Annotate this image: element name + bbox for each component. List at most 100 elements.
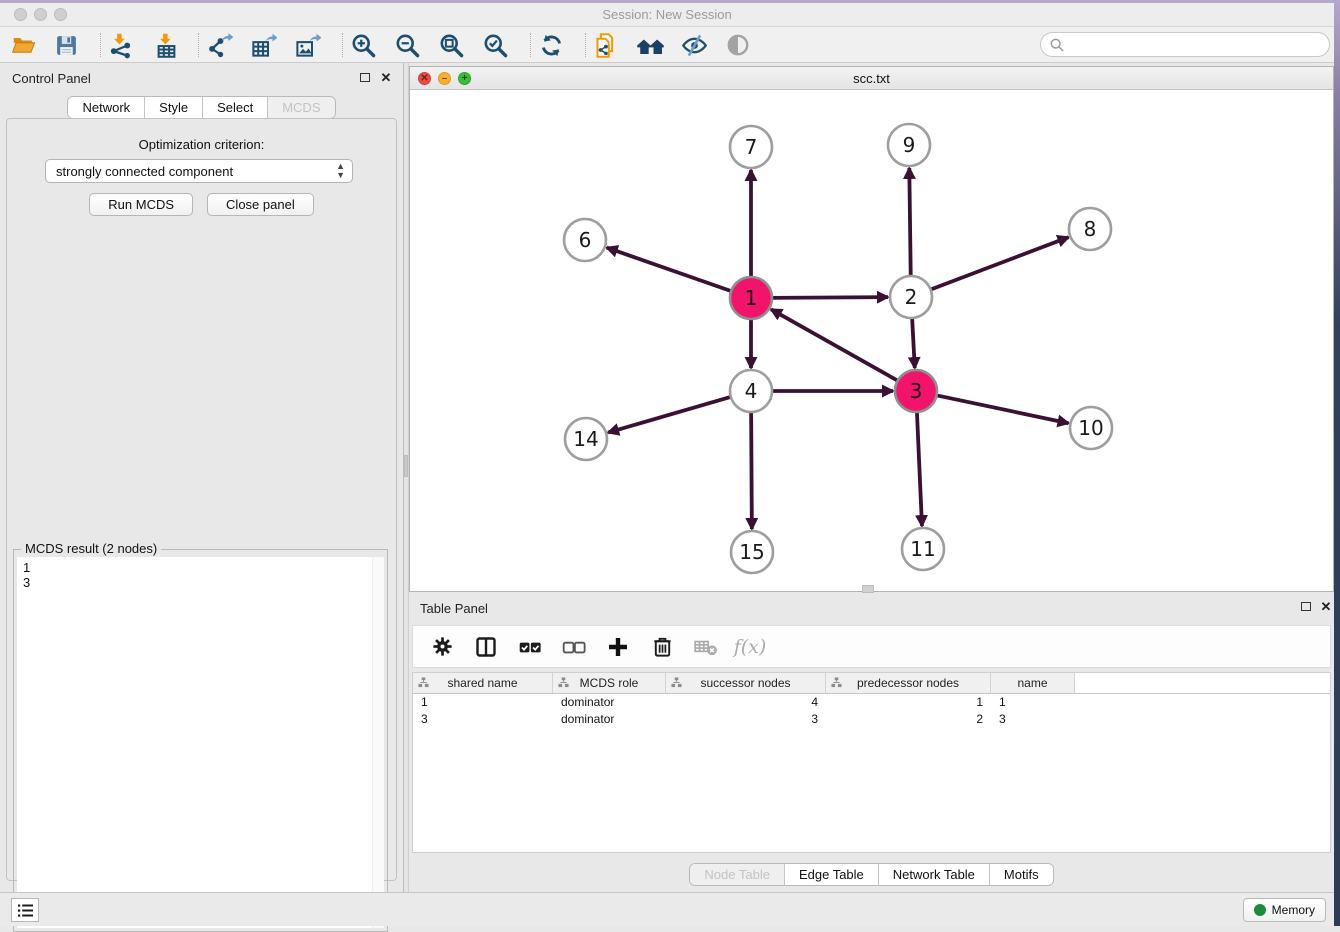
tab-edge-table[interactable]: Edge Table	[785, 864, 879, 885]
refresh-icon[interactable]	[535, 30, 567, 60]
svg-text:1: 1	[745, 286, 758, 310]
cell-mcds-role[interactable]: dominator	[553, 694, 666, 711]
deselect-all-icon[interactable]	[559, 632, 589, 662]
cell-name[interactable]: 1	[991, 694, 1075, 711]
graph-node-14[interactable]: 14	[565, 418, 607, 460]
node-table[interactable]: shared name MCDS role successor nodes pr…	[412, 672, 1331, 853]
control-panel-tabbar: Network Style Select MCDS	[0, 96, 403, 119]
task-history-button[interactable]	[11, 898, 39, 922]
graph-edge-1-2[interactable]	[770, 297, 888, 298]
zoom-selected-icon[interactable]	[479, 30, 511, 60]
open-file-icon[interactable]	[8, 30, 40, 60]
result-scrollbar[interactable]	[372, 557, 384, 928]
settings-gear-icon[interactable]	[427, 632, 457, 662]
graph-node-6[interactable]: 6	[564, 219, 606, 261]
network-resize-grip[interactable]	[862, 585, 874, 593]
tab-motifs[interactable]: Motifs	[990, 864, 1053, 885]
close-table-panel-icon[interactable]: ✕	[1319, 600, 1333, 614]
graph-node-1[interactable]: 1	[730, 277, 772, 319]
graph-edge-2-3[interactable]	[912, 316, 915, 368]
import-table-icon[interactable]	[150, 30, 182, 60]
main-toolbar	[0, 27, 1334, 63]
network-graph: 7 9 6 8 1 2 4 3 14 10 15 11	[410, 90, 1333, 591]
export-image-icon[interactable]	[291, 30, 323, 60]
column-header-name[interactable]: name	[991, 673, 1075, 693]
table-row[interactable]: 3 dominator 3 2 3	[413, 711, 1330, 728]
export-network-icon[interactable]	[204, 30, 236, 60]
add-column-icon[interactable]	[603, 632, 633, 662]
toolbar-separator	[100, 33, 101, 57]
column-header-predecessor-nodes[interactable]: predecessor nodes	[826, 673, 991, 693]
float-table-panel-icon[interactable]	[1299, 600, 1313, 614]
mcds-result-title: MCDS result (2 nodes)	[21, 541, 161, 556]
save-session-icon[interactable]	[50, 30, 82, 60]
mcds-panel: Optimization criterion: strongly connect…	[6, 118, 397, 881]
graph-node-9[interactable]: 9	[888, 124, 930, 166]
graph-node-8[interactable]: 8	[1069, 208, 1111, 250]
cell-predecessor-nodes[interactable]: 2	[826, 711, 991, 728]
application-window: Session: New Session	[0, 0, 1340, 926]
select-all-icon[interactable]	[515, 632, 545, 662]
zoom-in-icon[interactable]	[347, 30, 379, 60]
graph-edge-3-10[interactable]	[935, 395, 1069, 423]
column-header-shared-name[interactable]: shared name	[413, 673, 553, 693]
run-mcds-button[interactable]: Run MCDS	[89, 193, 193, 216]
show-columns-icon[interactable]	[471, 632, 501, 662]
graph-edge-2-8[interactable]	[929, 237, 1069, 290]
cell-shared-name[interactable]: 3	[413, 711, 553, 728]
svg-text:8: 8	[1084, 217, 1097, 241]
zoom-fit-icon[interactable]	[435, 30, 467, 60]
clone-network-icon[interactable]	[590, 30, 622, 60]
column-header-mcds-role[interactable]: MCDS role	[553, 673, 666, 693]
search-icon	[1049, 37, 1065, 53]
close-panel-icon[interactable]: ✕	[379, 71, 393, 85]
tab-network-table[interactable]: Network Table	[879, 864, 990, 885]
graph-edge-3-1[interactable]	[771, 309, 899, 381]
graph-node-3[interactable]: 3	[895, 370, 937, 412]
control-panel-title: Control Panel	[12, 71, 91, 86]
tab-select[interactable]: Select	[203, 97, 268, 118]
tab-style[interactable]: Style	[145, 97, 203, 118]
graph-node-7[interactable]: 7	[730, 126, 772, 168]
graph-edge-3-11[interactable]	[917, 410, 922, 526]
tab-network[interactable]: Network	[68, 97, 145, 118]
zoom-out-icon[interactable]	[391, 30, 423, 60]
graph-node-15[interactable]: 15	[731, 531, 773, 573]
cell-mcds-role[interactable]: dominator	[553, 711, 666, 728]
toolbar-separator	[585, 33, 586, 57]
svg-text:2: 2	[905, 285, 918, 309]
graph-node-4[interactable]: 4	[730, 370, 772, 412]
close-panel-button[interactable]: Close panel	[207, 193, 314, 216]
splitter-grip[interactable]	[404, 455, 408, 477]
network-canvas[interactable]: 7 9 6 8 1 2 4 3 14 10 15 11	[410, 90, 1333, 591]
import-network-icon[interactable]	[104, 30, 136, 60]
tab-node-table[interactable]: Node Table	[690, 864, 785, 885]
graph-node-2[interactable]: 2	[890, 276, 932, 318]
mcds-result-text[interactable]: 1 3	[17, 557, 372, 928]
search-input[interactable]	[1040, 32, 1330, 57]
memory-button[interactable]: Memory	[1243, 898, 1326, 922]
home-icon[interactable]	[634, 30, 666, 60]
show-icon[interactable]	[722, 30, 754, 60]
column-header-successor-nodes[interactable]: successor nodes	[666, 673, 826, 693]
graph-edge-4-15[interactable]	[751, 410, 752, 529]
export-table-icon[interactable]	[247, 30, 279, 60]
cell-name[interactable]: 3	[991, 711, 1075, 728]
cell-predecessor-nodes[interactable]: 1	[826, 694, 991, 711]
graph-node-10[interactable]: 10	[1070, 407, 1112, 449]
graph-edge-4-14[interactable]	[608, 396, 733, 432]
graph-edge-1-6[interactable]	[607, 248, 733, 292]
criterion-select[interactable]: strongly connected component ▲▼	[45, 159, 353, 183]
graph-node-11[interactable]: 11	[902, 528, 944, 570]
cell-successor-nodes[interactable]: 4	[666, 694, 826, 711]
graph-edge-2-9[interactable]	[909, 168, 910, 278]
hide-icon[interactable]	[678, 30, 710, 60]
table-row[interactable]: 1 dominator 4 1 1	[413, 694, 1330, 711]
cell-shared-name[interactable]: 1	[413, 694, 553, 711]
control-panel-header: Control Panel ✕	[0, 68, 403, 90]
float-panel-icon[interactable]	[358, 71, 372, 85]
delete-column-icon[interactable]	[647, 632, 677, 662]
cell-successor-nodes[interactable]: 3	[666, 711, 826, 728]
tab-mcds[interactable]: MCDS	[268, 97, 334, 118]
delete-table-icon	[691, 632, 721, 662]
